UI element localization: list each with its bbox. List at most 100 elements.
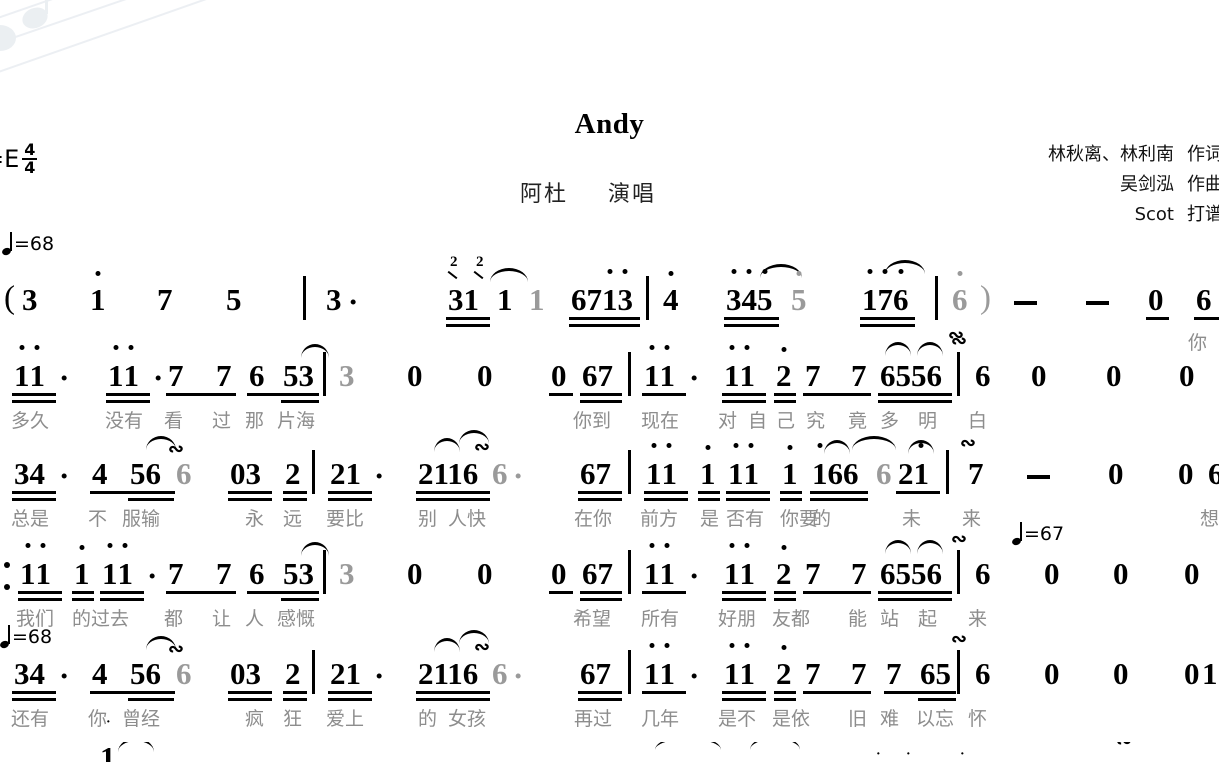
slur (655, 742, 721, 750)
note: 4 (92, 656, 108, 691)
note: 7 (968, 456, 984, 491)
beam (166, 591, 236, 594)
note: 11 (724, 643, 755, 689)
note: 0 (1106, 358, 1122, 393)
mordent-icon: ∾ (951, 331, 967, 352)
barline (957, 352, 960, 396)
staff-line-2: 11 · 多久 11 · 没有 7 7 看 过 6 53 那 片海 3 0 0 … (0, 331, 1219, 444)
note: 0 (1031, 358, 1047, 393)
tempo-mark-1: =68 (1, 231, 55, 256)
note-tied: 6 (876, 456, 892, 491)
octave-dot: · (960, 747, 965, 762)
beam (228, 498, 272, 501)
beam (283, 498, 307, 501)
beam (642, 591, 686, 594)
note: 6556 (880, 556, 942, 591)
tempo-value: =68 (14, 233, 55, 255)
note: 2 (776, 545, 792, 589)
slur (917, 540, 943, 554)
beam (878, 591, 952, 594)
note: 67 (582, 556, 613, 591)
beam (810, 498, 868, 501)
key-value: =E (0, 145, 20, 174)
beam (569, 324, 640, 327)
beam (884, 691, 956, 694)
slur (885, 540, 911, 554)
grace-slash (473, 270, 484, 280)
lyric: 是依 (772, 708, 811, 730)
note: 65 (920, 656, 951, 691)
lyric: 人快 (448, 508, 487, 530)
note: 6 (1208, 456, 1219, 491)
beam (100, 598, 144, 601)
note: 671 3 (571, 269, 633, 315)
note: 03 (230, 656, 261, 691)
note: 0 (407, 358, 423, 393)
note: 7 (216, 358, 232, 393)
beam (283, 491, 307, 494)
credit-role: 打谱 (1187, 204, 1219, 225)
lyric: 的过去 (72, 608, 130, 630)
key-signature: =E 4 4 (0, 141, 38, 178)
beam (446, 317, 490, 320)
beam (281, 400, 319, 403)
beam (12, 691, 56, 694)
sustain-dash (1027, 475, 1050, 479)
note: 0 (1044, 556, 1060, 591)
note: 2 (776, 347, 792, 391)
lyric: 友都 (772, 608, 811, 630)
beam (644, 491, 688, 494)
mordent-icon: ∾ (474, 637, 490, 658)
note: 11 (724, 345, 755, 391)
beam (774, 698, 796, 701)
beam (416, 498, 490, 501)
lyric: 对 (718, 410, 738, 432)
lyric: 白 (968, 410, 988, 432)
beam (328, 498, 372, 501)
mordent-icon: ∾ (951, 629, 967, 650)
beam (166, 393, 236, 396)
credit-names: Scot (1134, 204, 1174, 225)
lyric: 要比 (326, 508, 365, 530)
repeat-sign (4, 562, 10, 590)
credit-names: 吴剑泓 (1120, 174, 1174, 195)
lyric: 你 (88, 708, 108, 730)
lyric: 服输 (122, 508, 161, 530)
note: 7 (851, 656, 867, 691)
beam (724, 317, 779, 320)
beam (698, 498, 720, 501)
staff-line-5: 34 · 还有 4 56 你 曾经 6 ∾ · 03 2 疯 狂 21 · 爱上… (0, 629, 1219, 742)
staff-line-4: 11 1 11 · 我们 的过去 7 7 都 让 6 53 人 感慨 3 0 0… (0, 529, 1219, 642)
note: 21 (898, 443, 929, 489)
performer-role: 演唱 (608, 182, 657, 207)
note: 6 (975, 556, 991, 591)
beam (12, 698, 56, 701)
beam (578, 691, 622, 694)
note: 34 (14, 656, 45, 691)
note: 7 (886, 656, 902, 691)
lyric: 狂 (283, 708, 303, 730)
close-paren: ) (980, 280, 991, 316)
note: 31 (448, 282, 479, 317)
page-title: Andy (574, 108, 645, 140)
augmentation-dot: · (153, 360, 164, 395)
beam (416, 691, 490, 694)
beam (722, 591, 766, 594)
beam (578, 498, 622, 501)
note: 1 (497, 282, 513, 317)
barline (646, 276, 649, 320)
lyric: 不 (88, 508, 108, 530)
barline (312, 650, 315, 694)
lyric: 疯 (245, 708, 265, 730)
note: 1 (100, 742, 116, 762)
beam (12, 393, 56, 396)
score-page: Andy 阿杜 演唱 林秋离、林利南作词 吴剑泓作曲 Scot 打谱 =E 4 4… (0, 0, 1219, 762)
lyric: 那 (245, 410, 265, 432)
lyric: 曾经 (122, 708, 161, 730)
beam (580, 591, 622, 594)
time-signature-denominator: 4 (24, 158, 36, 178)
note: 3 (22, 282, 38, 317)
barline (628, 550, 631, 594)
augmentation-dot: · (59, 360, 70, 395)
lyric: 是不 (718, 708, 757, 730)
